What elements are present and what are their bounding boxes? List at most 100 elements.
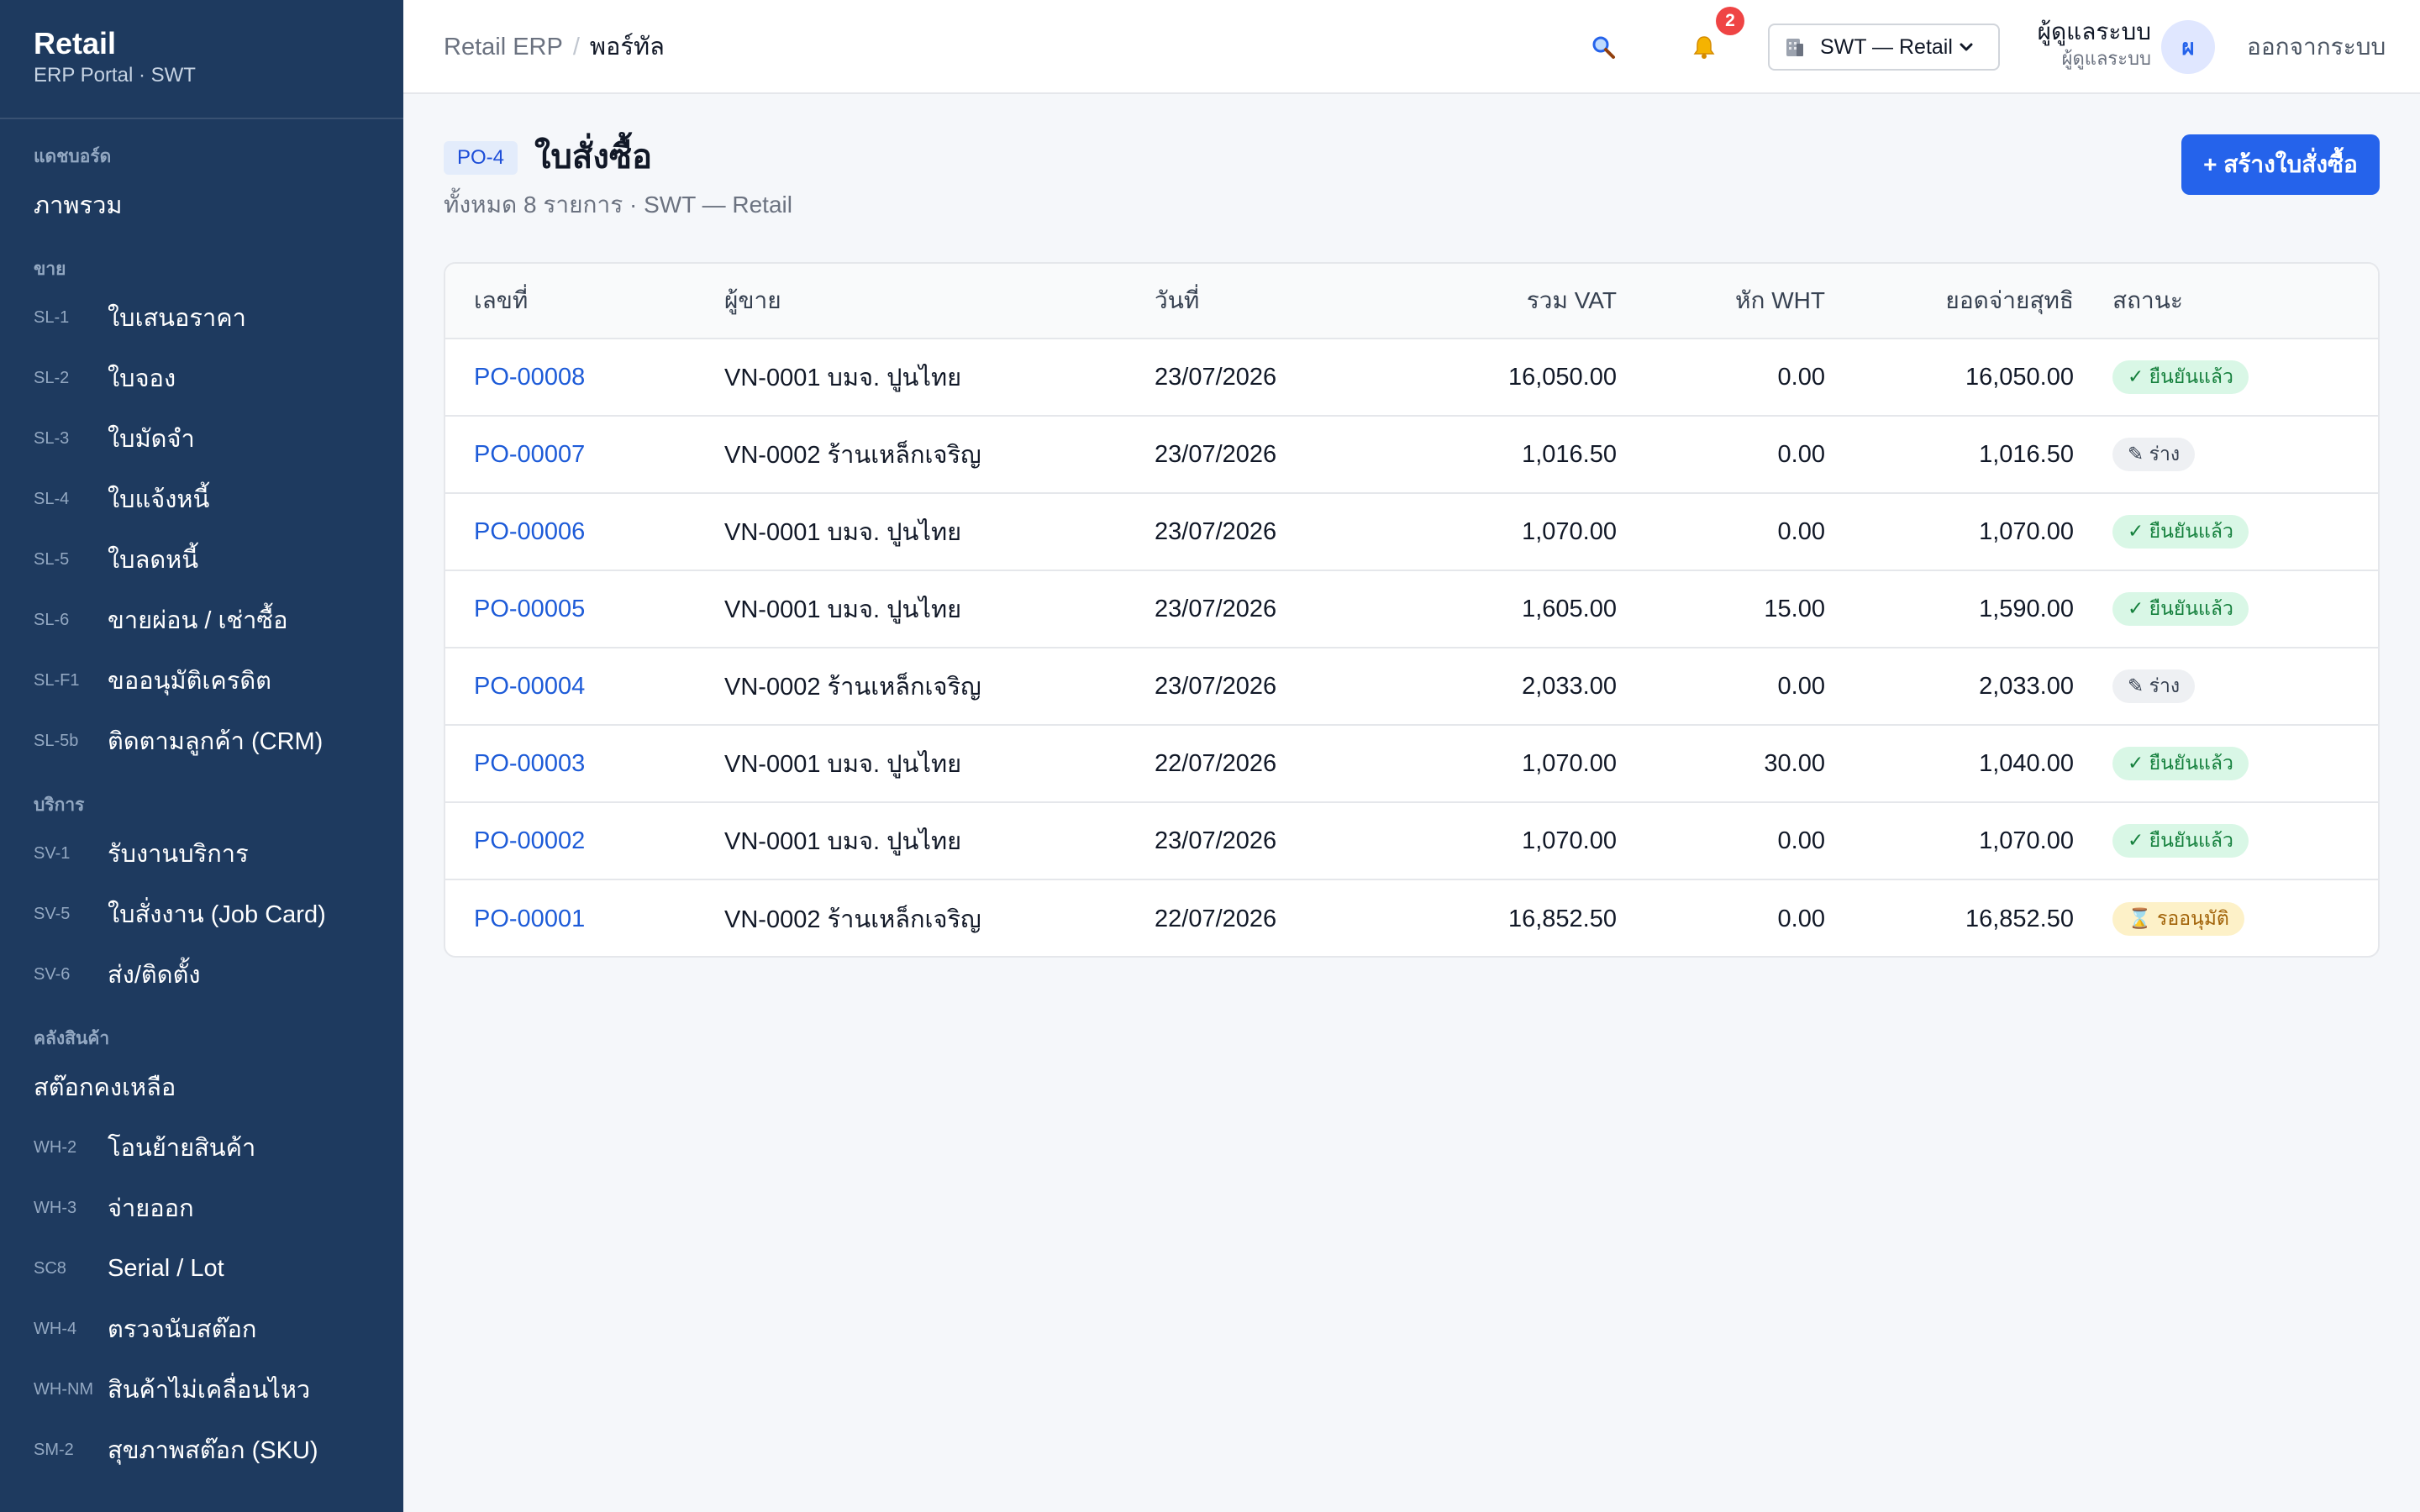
total-vat-cell: 16,852.50 [1507, 905, 1617, 932]
sidebar-item-label: ใบเสนอราคา [108, 305, 246, 332]
sidebar-item-label: รับงานบริการ [108, 841, 249, 868]
table-row[interactable]: PO-00007 VN-0002 ร้านเหล็กเจริญ 23/07/20… [445, 417, 2378, 494]
po-number-link[interactable]: PO-00004 [474, 673, 585, 701]
po-number-link[interactable]: PO-00003 [474, 750, 585, 778]
net-payable-cell: 16,050.00 [1965, 363, 2074, 391]
vendor-cell: VN-0001 บมจ. ปูนไทย [724, 596, 962, 623]
nav-section-title: ขาย [34, 260, 66, 279]
table-row[interactable]: PO-00003 VN-0001 บมจ. ปูนไทย 22/07/2026 … [445, 726, 2378, 803]
sidebar-item[interactable]: WH-4 ตรวจนับสต๊อก [0, 1299, 403, 1359]
sidebar-item[interactable]: SL-1 ใบเสนอราคา [0, 287, 403, 348]
total-vat-cell: 2,033.00 [1522, 672, 1617, 700]
table-row[interactable]: PO-00008 VN-0001 บมจ. ปูนไทย 23/07/2026 … [445, 339, 2378, 417]
sidebar-item-label: ใบแจ้งหนี้ [108, 486, 210, 513]
sidebar-item-label: จ่ายออก [108, 1195, 194, 1222]
table-row[interactable]: PO-00001 VN-0002 ร้านเหล็กเจริญ 22/07/20… [445, 880, 2378, 956]
notifications-button[interactable] [1684, 27, 1724, 67]
sidebar-item-code: SV-6 [34, 965, 71, 984]
status-cell: ✓ ยืนยันแล้ว [2112, 803, 2249, 879]
sidebar-item-code: SL-2 [34, 369, 70, 387]
sidebar-item[interactable]: SL-5b ติดตามลูกค้า (CRM) [0, 711, 403, 771]
sidebar-item[interactable]: SL-F1 ขออนุมัติเครดิต [0, 650, 403, 711]
breadcrumb: Retail ERP / พอร์ทัล [444, 29, 665, 66]
column-header-date[interactable]: วันที่ [1155, 264, 1199, 338]
po-number-link[interactable]: PO-00008 [474, 364, 585, 391]
branch-selector[interactable]: SWT — Retail [1768, 24, 2000, 71]
table-header-row: เลขที่ ผู้ขาย วันที่ รวม VAT หัก WHT ยอด… [445, 264, 2378, 339]
sidebar-item-label: ส่ง/ติดตั้ง [108, 962, 201, 989]
po-number-link[interactable]: PO-00005 [474, 596, 585, 623]
po-number-cell: PO-00001 [474, 880, 585, 956]
table-row[interactable]: PO-00006 VN-0001 บมจ. ปูนไทย 23/07/2026 … [445, 494, 2378, 571]
sidebar-item[interactable]: SC8 Serial / Lot [0, 1238, 403, 1299]
date-cell: 23/07/2026 [1155, 827, 1277, 854]
column-header-number[interactable]: เลขที่ [474, 264, 528, 338]
wht-cell: 0.00 [1777, 363, 1825, 391]
table-row[interactable]: PO-00004 VN-0002 ร้านเหล็กเจริญ 23/07/20… [445, 648, 2378, 726]
column-header-status[interactable]: สถานะ [2112, 264, 2183, 338]
total-vat-cell: 1,070.00 [1522, 749, 1617, 777]
sidebar-item-label: สต๊อกคงเหลือ [34, 1074, 176, 1101]
sidebar-item[interactable]: SV-1 รับงานบริการ [0, 823, 403, 884]
table-row[interactable]: PO-00002 VN-0001 บมจ. ปูนไทย 23/07/2026 … [445, 803, 2378, 880]
nav-section-title: คลังสินค้า [34, 1029, 110, 1048]
vendor-cell: VN-0001 บมจ. ปูนไทย [724, 365, 962, 391]
po-number-link[interactable]: PO-00001 [474, 906, 585, 933]
column-header-net-payable[interactable]: ยอดจ่ายสุทธิ [1945, 264, 2074, 338]
po-number-link[interactable]: PO-00006 [474, 518, 585, 546]
sidebar-item[interactable]: SL-4 ใบแจ้งหนี้ [0, 469, 403, 529]
vendor-cell: VN-0002 ร้านเหล็กเจริญ [724, 906, 981, 933]
sidebar-item[interactable]: WH-3 จ่ายออก [0, 1178, 403, 1238]
wht-cell: 15.00 [1764, 595, 1825, 622]
status-cell: ✓ ยืนยันแล้ว [2112, 494, 2249, 570]
search-button[interactable] [1583, 27, 1623, 67]
brand[interactable]: Retail ERP Portal · SWT [0, 0, 403, 119]
sidebar-item[interactable]: SM-2 สุขภาพสต๊อก (SKU) [0, 1420, 403, 1480]
sidebar-item-label: ใบมัดจำ [108, 426, 195, 453]
breadcrumb-current: พอร์ทัล [589, 34, 665, 60]
sidebar-item[interactable]: SL-2 ใบจอง [0, 348, 403, 408]
purchase-orders-table: เลขที่ ผู้ขาย วันที่ รวม VAT หัก WHT ยอด… [444, 262, 2380, 958]
status-cell: ✓ ยืนยันแล้ว [2112, 571, 2249, 647]
sidebar-item[interactable]: SV-5 ใบสั่งงาน (Job Card) [0, 884, 403, 944]
sidebar-item[interactable]: SL-3 ใบมัดจำ [0, 408, 403, 469]
status-cell: ✎ ร่าง [2112, 648, 2196, 724]
breadcrumb-root[interactable]: Retail ERP [444, 34, 563, 60]
sidebar-item-label: ใบลดหนี้ [108, 547, 199, 574]
sidebar-item-label: ติดตามลูกค้า (CRM) [108, 728, 324, 755]
column-header-total-vat[interactable]: รวม VAT [1527, 264, 1617, 338]
sidebar-item[interactable]: WH-NM สินค้าไม่เคลื่อนไหว [0, 1359, 403, 1420]
total-vat-cell: 1,070.00 [1522, 517, 1617, 545]
po-number-cell: PO-00005 [474, 571, 585, 647]
po-number-cell: PO-00003 [474, 726, 585, 801]
date-cell: 22/07/2026 [1155, 905, 1277, 932]
table-row[interactable]: PO-00005 VN-0001 บมจ. ปูนไทย 23/07/2026 … [445, 571, 2378, 648]
sidebar-item[interactable]: SL-5 ใบลดหนี้ [0, 529, 403, 590]
breadcrumb-separator: / [572, 34, 580, 60]
sidebar-item[interactable]: SL-6 ขายผ่อน / เช่าซื้อ [0, 590, 403, 650]
sidebar-item[interactable]: สต๊อกคงเหลือ [0, 1057, 403, 1117]
avatar[interactable]: ผ [2161, 20, 2215, 74]
create-purchase-order-button[interactable]: + สร้างใบสั่งซื้อ [2181, 134, 2380, 195]
sidebar-item[interactable]: ภาพรวม [0, 175, 403, 235]
sidebar-item-label: โอนย้ายสินค้า [108, 1135, 256, 1162]
status-cell: ⌛ รออนุมัติ [2112, 880, 2244, 956]
logout-button[interactable]: ออกจากระบบ [2247, 29, 2386, 66]
po-number-link[interactable]: PO-00002 [474, 827, 585, 855]
net-payable-cell: 1,070.00 [1979, 827, 2074, 854]
sidebar-nav: แดชบอร์ด ภาพรวม ขาย SL-1 ใบเสนอราคา SL-2 ใบจอง… [0, 144, 403, 1480]
sidebar-item-code: SM-2 [34, 1441, 74, 1459]
net-payable-cell: 16,852.50 [1965, 905, 2074, 932]
column-header-wht[interactable]: หัก WHT [1735, 264, 1825, 338]
status-badge: ✓ ยืนยันแล้ว [2112, 824, 2249, 858]
column-header-vendor[interactable]: ผู้ขาย [724, 264, 781, 338]
sidebar-item-code: SL-F1 [34, 671, 80, 690]
sidebar-item-code: SL-3 [34, 429, 70, 448]
po-number-cell: PO-00004 [474, 648, 585, 724]
date-cell: 23/07/2026 [1155, 440, 1277, 468]
sidebar-item[interactable]: SV-6 ส่ง/ติดตั้ง [0, 944, 403, 1005]
branch-label: SWT — Retail [1820, 34, 1953, 59]
sidebar-item[interactable]: WH-2 โอนย้ายสินค้า [0, 1117, 403, 1178]
po-number-cell: PO-00002 [474, 803, 585, 879]
po-number-link[interactable]: PO-00007 [474, 441, 585, 469]
